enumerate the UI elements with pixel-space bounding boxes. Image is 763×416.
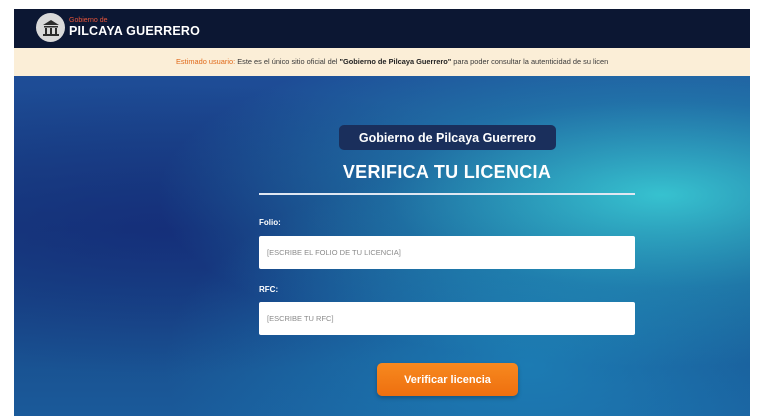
verify-license-button[interactable]: Verificar licencia [377, 363, 518, 396]
government-pill: Gobierno de Pilcaya Guerrero [339, 125, 556, 150]
title-divider [259, 193, 635, 195]
folio-label: Folio: [259, 218, 281, 227]
government-building-icon[interactable] [36, 13, 65, 42]
brand-subtitle: Gobierno de [69, 17, 108, 24]
hero-section: Gobierno de Pilcaya Guerrero VERIFICA TU… [14, 76, 750, 416]
notice-lead: Estimado usuario: [176, 57, 236, 66]
rfc-input[interactable] [259, 302, 635, 335]
notice-banner: Estimado usuario: Este es el único sitio… [14, 48, 750, 76]
page-title: VERIFICA TU LICENCIA [342, 162, 552, 182]
notice-text-after: para poder consultar la autenticidad de … [451, 57, 609, 66]
rfc-label: RFC: [259, 285, 279, 294]
notice-quoted: "Gobierno de Pilcaya Guerrero" [339, 57, 452, 66]
notice-text: Estimado usuario: Este es el único sitio… [176, 48, 608, 76]
folio-input[interactable] [259, 236, 635, 269]
page-frame: Gobierno de PILCAYA GUERRERO Estimado us… [14, 9, 750, 416]
notice-text-before: Este es el único sitio oficial del [235, 57, 340, 66]
header-bar: Gobierno de PILCAYA GUERRERO [14, 9, 750, 48]
brand-title[interactable]: PILCAYA GUERRERO [69, 24, 200, 38]
